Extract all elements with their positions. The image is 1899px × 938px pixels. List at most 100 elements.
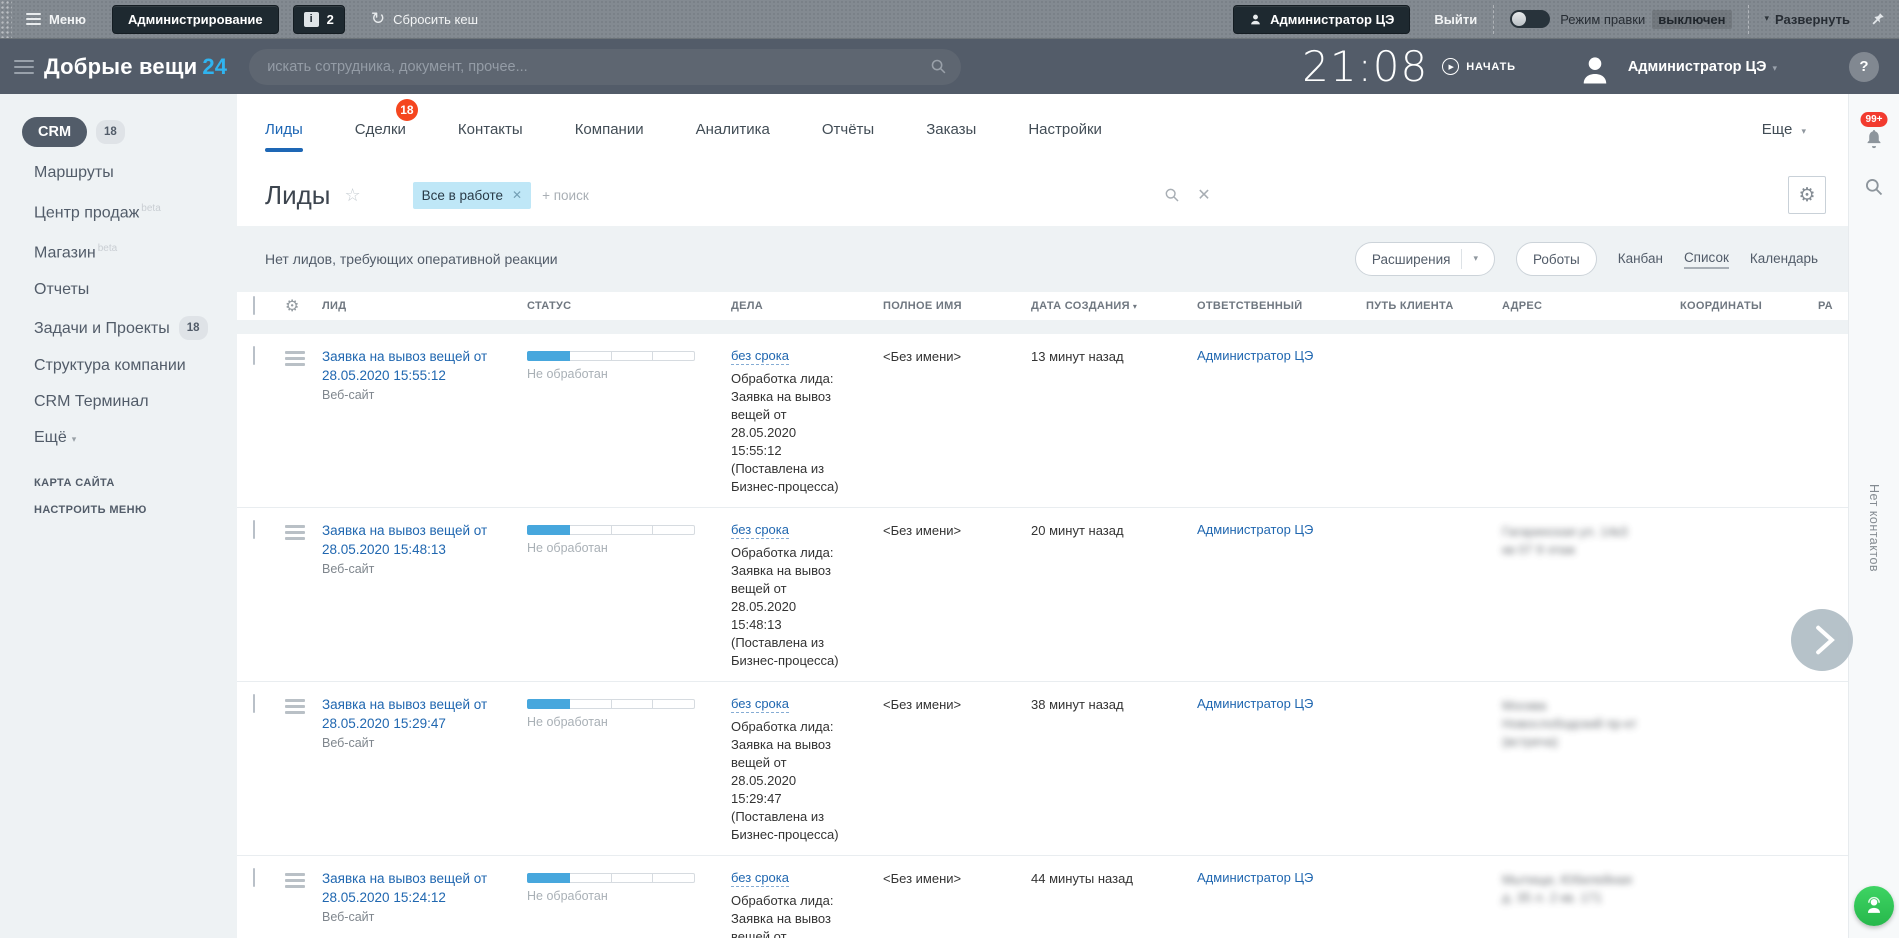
sidebar-item-crm-terminal[interactable]: CRM Терминал: [34, 392, 237, 412]
logo-24: 24: [202, 54, 227, 79]
admin-menu-button[interactable]: Меню: [49, 12, 86, 27]
lead-source: Веб-сайт: [322, 910, 515, 924]
workday-start-button[interactable]: ▶ НАЧАТЬ: [1442, 58, 1516, 75]
sidebar-item-company-structure[interactable]: Структура компании: [34, 356, 237, 376]
column-header[interactable]: АДРЕС: [1502, 300, 1680, 312]
responsible-link[interactable]: Администратор ЦЭ: [1197, 696, 1313, 711]
rail-search-button[interactable]: [1864, 177, 1884, 202]
lead-source: Веб-сайт: [322, 562, 515, 576]
search-icon[interactable]: [1164, 187, 1180, 203]
app-logo[interactable]: Добрые вещи24: [44, 54, 227, 80]
work-clock[interactable]: 21:08: [1302, 46, 1428, 88]
sidebar-footer-link[interactable]: НАСТРОИТЬ МЕНЮ: [34, 504, 237, 516]
sidebar-item-shop[interactable]: Магазинbeta: [34, 239, 237, 263]
column-header[interactable]: ДЕЛА: [731, 300, 883, 312]
favorite-star-icon[interactable]: ☆: [344, 185, 360, 206]
filter-search-field[interactable]: Все в работе✕ + поиск ✕: [413, 175, 1219, 215]
tab-orders[interactable]: Заказы: [926, 121, 976, 138]
sidebar-item-more[interactable]: Ещё▾: [34, 428, 237, 450]
tab-contacts[interactable]: Контакты: [458, 121, 523, 138]
tab-analytics[interactable]: Аналитика: [696, 121, 770, 138]
sidebar-footer-link[interactable]: КАРТА САЙТА: [34, 477, 237, 489]
notifications-button[interactable]: 99+: [1863, 128, 1885, 155]
admin-user-button[interactable]: Администратор ЦЭ: [1233, 5, 1410, 34]
row-checkbox[interactable]: [253, 346, 255, 365]
sort-desc-icon: ▾: [1133, 302, 1137, 311]
chip-remove-icon[interactable]: ✕: [512, 188, 522, 202]
drag-handle-icon[interactable]: [0, 0, 12, 38]
responsible-link[interactable]: Администратор ЦЭ: [1197, 348, 1313, 363]
column-header[interactable]: ОТВЕТСТВЕННЫЙ: [1197, 300, 1366, 312]
global-search-input[interactable]: [267, 59, 930, 75]
filter-preset-chip[interactable]: Все в работе✕: [413, 182, 532, 209]
row-drag-handle-icon[interactable]: [285, 351, 305, 366]
view-calendar[interactable]: Календарь: [1750, 251, 1818, 268]
column-header[interactable]: СТАТУС: [527, 300, 731, 312]
no-contacts-label: Нет контактов: [1867, 484, 1881, 572]
lead-title-link[interactable]: Заявка на вывоз вещей от 28.05.2020 15:4…: [322, 521, 515, 559]
tab-leads[interactable]: Лиды: [265, 121, 303, 138]
row-checkbox[interactable]: [253, 520, 255, 539]
responsible-link[interactable]: Администратор ЦЭ: [1197, 870, 1313, 885]
column-header[interactable]: ДАТА СОЗДАНИЯ▾: [1031, 300, 1197, 312]
row-checkbox[interactable]: [253, 694, 255, 713]
row-drag-handle-icon[interactable]: [285, 873, 305, 888]
robots-button[interactable]: Роботы: [1516, 242, 1597, 276]
sidebar: CRM18 Маршруты Центр продажbeta Магазинb…: [0, 94, 237, 938]
full-name: <Без имени>: [883, 869, 1031, 886]
openlines-widget-button[interactable]: [1854, 886, 1894, 926]
column-header[interactable]: ПОЛНОЕ ИМЯ: [883, 300, 1031, 312]
tab-companies[interactable]: Компании: [575, 121, 644, 138]
row-checkbox[interactable]: [253, 868, 255, 887]
column-header[interactable]: КООРДИНАТЫ: [1680, 300, 1818, 312]
edit-mode-toggle[interactable]: [1510, 10, 1550, 28]
sidebar-item-reports[interactable]: Отчеты: [34, 280, 237, 300]
expand-button[interactable]: Развернуть: [1775, 12, 1850, 27]
clear-filter-icon[interactable]: ✕: [1197, 185, 1210, 205]
logout-button[interactable]: Выйти: [1434, 12, 1477, 27]
sidebar-item-crm[interactable]: CRM18: [22, 117, 237, 147]
lead-title-link[interactable]: Заявка на вывоз вещей от 28.05.2020 15:5…: [322, 347, 515, 385]
sidebar-menu-icon[interactable]: [14, 60, 34, 74]
column-header[interactable]: ЛИД: [322, 300, 527, 312]
row-drag-handle-icon[interactable]: [285, 525, 305, 540]
edit-mode-state: выключен: [1652, 10, 1731, 29]
sidebar-item-routes[interactable]: Маршруты: [34, 163, 237, 183]
counter-message: Нет лидов, требующих оперативной реакции: [265, 251, 558, 267]
tab-reports[interactable]: Отчёты: [822, 121, 874, 138]
select-all-checkbox[interactable]: [253, 296, 255, 315]
chevron-down-icon: ▾: [1473, 254, 1478, 264]
table-row: Заявка на вывоз вещей от 28.05.2020 15:4…: [237, 508, 1848, 682]
tab-deals[interactable]: Сделки 18: [355, 121, 406, 138]
deadline-link[interactable]: без срока: [731, 348, 789, 365]
grid-settings-button[interactable]: ⚙: [1788, 176, 1826, 214]
column-header[interactable]: ПУТЬ КЛИЕНТА: [1366, 300, 1502, 312]
deadline-link[interactable]: без срока: [731, 696, 789, 713]
sidebar-item-sales-center[interactable]: Центр продажbeta: [34, 199, 237, 223]
pin-icon[interactable]: [1870, 12, 1885, 27]
reset-cache-button[interactable]: Сбросить кеш: [393, 12, 478, 27]
help-button[interactable]: ?: [1849, 52, 1879, 82]
view-kanban[interactable]: Канбан: [1618, 251, 1663, 268]
column-header[interactable]: РА: [1818, 300, 1848, 312]
extensions-button[interactable]: Расширения▾: [1355, 242, 1495, 276]
tab-more[interactable]: Еще ▾: [1762, 121, 1806, 138]
grid-gear-icon[interactable]: ⚙: [285, 296, 299, 315]
global-search[interactable]: [249, 49, 961, 85]
avatar[interactable]: [1574, 46, 1616, 88]
admin-info-counter[interactable]: i 2: [293, 5, 345, 34]
administration-button[interactable]: Администрирование: [112, 5, 279, 34]
user-menu[interactable]: Администратор ЦЭ▾: [1628, 59, 1777, 75]
responsible-link[interactable]: Администратор ЦЭ: [1197, 522, 1313, 537]
lead-title-link[interactable]: Заявка на вывоз вещей от 28.05.2020 15:2…: [322, 869, 515, 907]
tab-settings[interactable]: Настройки: [1028, 121, 1102, 138]
deadline-link[interactable]: без срока: [731, 522, 789, 539]
view-list[interactable]: Список: [1684, 250, 1729, 269]
row-drag-handle-icon[interactable]: [285, 699, 305, 714]
lead-title-link[interactable]: Заявка на вывоз вещей от 28.05.2020 15:2…: [322, 695, 515, 733]
sidebar-item-tasks[interactable]: Задачи и Проекты18: [34, 316, 237, 340]
deadline-link[interactable]: без срока: [731, 870, 789, 887]
list-toolbar: Нет лидов, требующих оперативной реакции…: [237, 226, 1848, 292]
slide-panel-chevron-button[interactable]: [1791, 609, 1853, 671]
chevron-down-icon: ▾: [1772, 64, 1777, 74]
